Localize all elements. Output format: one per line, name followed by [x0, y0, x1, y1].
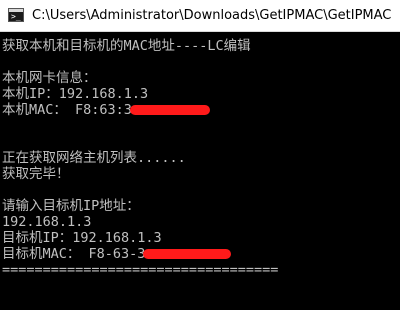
console-line-target-mac: 目标机MAC： F8-63-3 [2, 246, 232, 262]
redaction-mark-target-mac [143, 249, 232, 259]
terminal-icon-prompt: >_ [11, 12, 21, 21]
console-line-separator: ================================== [2, 262, 279, 278]
title-bar[interactable]: >_ C:\Users\Administrator\Downloads\GetI… [0, 0, 400, 32]
console-line-header: 获取本机和目标机的MAC地址----LC编辑 [2, 38, 251, 54]
console-line-scanning: 正在获取网络主机列表...... [2, 150, 186, 166]
console-line-input-ip[interactable]: 192.168.1.3 [2, 214, 91, 230]
window-title: C:\Users\Administrator\Downloads\GetIPMA… [32, 8, 392, 23]
local-mac-value: 本机MAC： F8:63:3 [2, 102, 132, 118]
console-line-nic-info: 本机网卡信息： [2, 70, 97, 86]
console-line-target-ip: 目标机IP：192.168.1.3 [2, 230, 162, 246]
console-window: >_ C:\Users\Administrator\Downloads\GetI… [0, 0, 400, 310]
console-line-done: 获取完毕！ [2, 166, 70, 182]
console-output[interactable]: 获取本机和目标机的MAC地址----LC编辑 本机网卡信息： 本机IP：192.… [0, 32, 400, 310]
console-line-local-ip: 本机IP：192.168.1.3 [2, 86, 149, 102]
console-line-local-mac: 本机MAC： F8:63:3 [2, 102, 210, 118]
target-mac-value: 目标机MAC： F8-63-3 [2, 246, 146, 262]
terminal-icon[interactable]: >_ [8, 8, 24, 22]
redaction-mark-local-mac [129, 105, 210, 115]
console-line-prompt: 请输入目标机IP地址： [2, 198, 140, 214]
